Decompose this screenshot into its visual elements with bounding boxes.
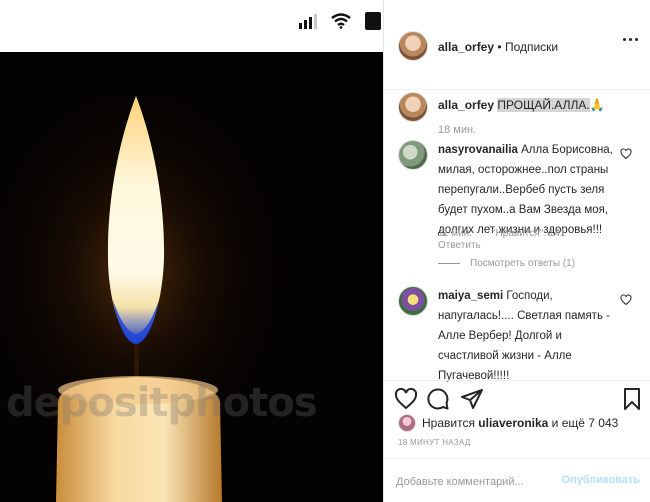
liker-avatar[interactable]	[398, 414, 416, 432]
status-icons	[299, 12, 381, 30]
bookmark-icon[interactable]	[620, 387, 644, 411]
header-line: alla_orfey • Подписки	[438, 40, 558, 54]
post-time: 18 МИНУТ НАЗАД	[398, 438, 471, 447]
share-icon[interactable]	[460, 387, 484, 411]
author-username[interactable]: alla_orfey	[438, 40, 494, 54]
more-options-icon[interactable]	[623, 38, 638, 41]
likes-summary: Нравится uliaveronika и ещё 7 043	[384, 410, 650, 436]
caption-author[interactable]: alla_orfey	[438, 98, 494, 112]
status-bar	[0, 0, 383, 52]
comment-author[interactable]: nasyrovanailia	[438, 144, 518, 156]
publish-button[interactable]: Опубликовать	[561, 474, 640, 486]
likes-count[interactable]: и ещё 7 043	[552, 416, 619, 430]
view-replies[interactable]: Посмотреть ответы (1)	[438, 258, 575, 269]
header-separator: •	[497, 40, 502, 54]
comment-time: 11 мин.	[438, 228, 472, 239]
post-photo[interactable]: depositphotos	[0, 52, 383, 502]
caption: alla_orfey ПРОЩАЙ.АЛЛА.🙏	[438, 98, 605, 112]
heart-icon[interactable]	[620, 294, 632, 306]
add-comment-bar: Опубликовать	[384, 458, 650, 502]
comment-text: Алла Борисовна, милая, осторожнее..пол с…	[438, 144, 613, 236]
follow-status[interactable]: Подписки	[505, 40, 558, 54]
comment: nasyrovanailia Алла Борисовна, милая, ос…	[438, 140, 624, 240]
comment-avatar[interactable]	[398, 140, 428, 170]
comment-input[interactable]	[396, 473, 556, 491]
signal-icon	[299, 13, 317, 29]
comment-likes[interactable]: "Нравится": 141	[492, 228, 565, 239]
caption-avatar[interactable]	[398, 92, 428, 122]
comment-text: Господи, напугалась!.... Светлая память …	[438, 290, 610, 382]
candle-image	[0, 82, 285, 502]
like-icon[interactable]	[394, 387, 418, 411]
caption-time: 18 мин.	[438, 124, 477, 136]
view-replies-label: Посмотреть ответы (1)	[470, 258, 576, 269]
comment-avatar[interactable]	[398, 286, 428, 316]
pray-icon: 🙏	[589, 98, 605, 112]
replies-line	[438, 263, 460, 264]
likes-prefix: Нравится	[422, 416, 475, 430]
comment-author[interactable]: maiya_semi	[438, 290, 503, 302]
liker-username[interactable]: uliaveronika	[478, 416, 548, 430]
reply-button[interactable]: Ответить	[438, 240, 481, 251]
battery-icon	[365, 12, 381, 30]
comments-list: alla_orfey ПРОЩАЙ.АЛЛА.🙏 18 мин. nasyrov…	[384, 90, 650, 382]
heart-icon[interactable]	[620, 148, 632, 160]
likes-text[interactable]: Нравится uliaveronika и ещё 7 043	[422, 416, 618, 430]
wifi-icon	[331, 13, 351, 29]
caption-text: ПРОЩАЙ.АЛЛА.	[497, 98, 590, 112]
comment: maiya_semi Господи, напугалась!.... Свет…	[438, 286, 624, 386]
watermark: depositphotos	[6, 380, 318, 426]
post-panel: alla_orfey • Подписки alla_orfey ПРОЩАЙ.…	[384, 0, 650, 502]
post-header: alla_orfey • Подписки	[384, 0, 650, 90]
author-avatar[interactable]	[398, 31, 428, 61]
comment-icon[interactable]	[426, 387, 450, 411]
